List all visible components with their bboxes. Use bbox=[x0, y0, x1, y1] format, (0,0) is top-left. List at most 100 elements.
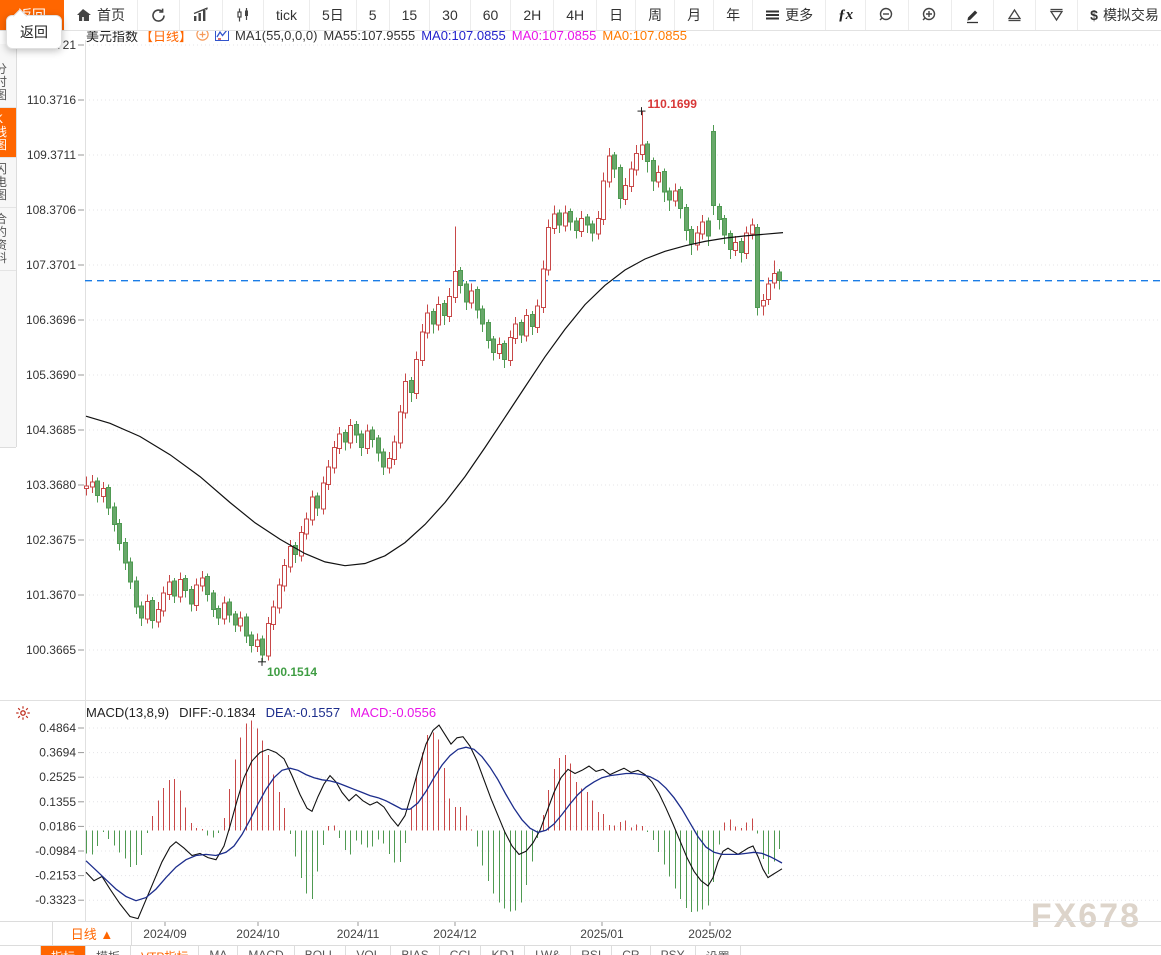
indicator-tab-CR[interactable]: CR bbox=[612, 946, 650, 955]
macd-value: MACD:-0.0556 bbox=[350, 705, 436, 720]
toolbar-5d[interactable]: 5日 bbox=[310, 0, 357, 30]
toolbar-more[interactable]: 更多 bbox=[753, 0, 826, 30]
svg-text:105.3690: 105.3690 bbox=[26, 368, 76, 382]
toolbar-h2[interactable]: 2H bbox=[511, 0, 554, 30]
sidebar-tab-label: K线图 bbox=[0, 113, 9, 152]
toolbar-year[interactable]: 年 bbox=[714, 0, 753, 30]
svg-text:107.3701: 107.3701 bbox=[26, 258, 76, 272]
zoom-in-icon bbox=[921, 6, 939, 24]
svg-text:102.3675: 102.3675 bbox=[26, 533, 76, 547]
indicator-settings-icon[interactable] bbox=[15, 705, 31, 726]
toolbar-fx[interactable]: ƒx bbox=[826, 0, 866, 30]
indicator-tab-设置[interactable]: 设置 bbox=[696, 946, 741, 955]
svg-text:-0.0984: -0.0984 bbox=[35, 844, 76, 858]
indicator-tab-MACD[interactable]: MACD bbox=[238, 946, 294, 955]
svg-text:108.3706: 108.3706 bbox=[26, 203, 76, 217]
low-annotation: 100.1514 bbox=[258, 658, 317, 679]
trend-chart-icon bbox=[192, 7, 210, 23]
period-selector-label: 日线 ▲ bbox=[71, 924, 113, 943]
macd-dea-value: DEA:-0.1557 bbox=[266, 705, 340, 720]
tab-bar-spacer bbox=[0, 946, 41, 955]
svg-text:-0.2153: -0.2153 bbox=[35, 869, 76, 883]
svg-text:0.1355: 0.1355 bbox=[39, 795, 76, 809]
toolbar-m60-label: 60 bbox=[483, 7, 499, 23]
sidebar-tab-1[interactable]: K线图 bbox=[0, 108, 16, 158]
toolbar-home-label: 首页 bbox=[97, 5, 125, 25]
toolbar-candles[interactable] bbox=[223, 0, 264, 30]
sidebar-tab-label: 合约资料 bbox=[0, 213, 9, 265]
x-axis-bar: 日线 ▲ bbox=[0, 921, 1161, 946]
more-icon bbox=[765, 8, 780, 22]
toolbar-m5-label: 5 bbox=[369, 7, 377, 23]
indicator-tab-bar: 指标模板VTP指标MAMACDBOLLVOLBIASCCIKDJLW&RSICR… bbox=[0, 946, 1161, 955]
candles-group bbox=[85, 111, 782, 662]
toolbar-zoom-in[interactable] bbox=[909, 0, 952, 30]
candlestick-icon bbox=[235, 7, 251, 23]
macd-histogram bbox=[87, 721, 780, 912]
svg-text:-0.3323: -0.3323 bbox=[35, 893, 76, 907]
chart-canvas[interactable]: 111.3721110.3716109.3711108.3706107.3701… bbox=[0, 0, 1161, 955]
toolbar-h2-label: 2H bbox=[523, 7, 541, 23]
indicator-tab-BOLL[interactable]: BOLL bbox=[295, 946, 347, 955]
toolbar-m15[interactable]: 15 bbox=[390, 0, 431, 30]
toolbar-m30[interactable]: 30 bbox=[430, 0, 471, 30]
svg-text:0.3694: 0.3694 bbox=[39, 746, 76, 760]
toolbar-limit-down[interactable] bbox=[1036, 0, 1078, 30]
ma55-line bbox=[86, 233, 783, 566]
indicator-tab-CCI[interactable]: CCI bbox=[440, 946, 482, 955]
zoom-out-icon bbox=[878, 6, 896, 24]
sidebar-tab-3[interactable]: 合约资料 bbox=[0, 208, 16, 271]
toolbar-year-label: 年 bbox=[726, 5, 740, 25]
indicator-tab-模板[interactable]: 模板 bbox=[86, 946, 131, 955]
toolbar-tick-label: tick bbox=[276, 7, 297, 23]
toolbar-day-label: 日 bbox=[609, 5, 623, 25]
svg-text:110.3716: 110.3716 bbox=[27, 93, 76, 107]
svg-text:0.4864: 0.4864 bbox=[39, 721, 76, 735]
svg-text:104.3685: 104.3685 bbox=[26, 423, 76, 437]
indicator-tab-PSY[interactable]: PSY bbox=[651, 946, 696, 955]
home-icon bbox=[76, 7, 92, 23]
back-tooltip-label: 返回 bbox=[20, 22, 48, 42]
indicator-tab-VTP指标[interactable]: VTP指标 bbox=[131, 946, 199, 955]
toolbar-month[interactable]: 月 bbox=[675, 0, 714, 30]
indicator-tab-MA[interactable]: MA bbox=[199, 946, 238, 955]
toolbar-m5[interactable]: 5 bbox=[357, 0, 390, 30]
sidebar-tab-label: 分时图 bbox=[0, 63, 9, 102]
toolbar-week[interactable]: 周 bbox=[636, 0, 675, 30]
period-selector[interactable]: 日线 ▲ bbox=[52, 922, 132, 945]
svg-text:106.3696: 106.3696 bbox=[26, 313, 76, 327]
dollar-icon: $ bbox=[1090, 7, 1098, 23]
chart-type-sidebar: 分时图 K线图闪电图合约资料 bbox=[0, 44, 17, 447]
main-toolbar: 返回 首页tick5日51530602H4H日周月年更多ƒx$模拟交易汇通财经财… bbox=[0, 0, 1161, 31]
toolbar-m60[interactable]: 60 bbox=[471, 0, 512, 30]
pencil-icon bbox=[964, 7, 981, 24]
toolbar-month-label: 月 bbox=[687, 5, 701, 25]
indicator-tab-LW&[interactable]: LW& bbox=[525, 946, 571, 955]
toolbar-tick[interactable]: tick bbox=[264, 0, 310, 30]
toolbar-5d-label: 5日 bbox=[322, 5, 344, 25]
fx-icon: ƒx bbox=[838, 7, 853, 24]
indicator-tab-BIAS[interactable]: BIAS bbox=[391, 946, 439, 955]
refresh-icon bbox=[150, 7, 167, 24]
sidebar-tab-2[interactable]: 闪电图 bbox=[0, 158, 16, 208]
svg-text:0.2525: 0.2525 bbox=[39, 770, 76, 784]
indicator-tab-KDJ[interactable]: KDJ bbox=[481, 946, 525, 955]
toolbar-m15-label: 15 bbox=[402, 7, 418, 23]
toolbar-day[interactable]: 日 bbox=[597, 0, 636, 30]
sidebar-tab-label: 闪电图 bbox=[0, 163, 9, 202]
toolbar-sim-trade[interactable]: $模拟交易 bbox=[1078, 0, 1161, 30]
toolbar-trend[interactable] bbox=[180, 0, 223, 30]
toolbar-home[interactable]: 首页 bbox=[64, 0, 138, 30]
toolbar-h4[interactable]: 4H bbox=[554, 0, 597, 30]
svg-text:0.0186: 0.0186 bbox=[39, 819, 76, 833]
sidebar-tab-0[interactable]: 分时图 bbox=[0, 58, 16, 108]
indicator-tab-VOL[interactable]: VOL bbox=[346, 946, 391, 955]
toolbar-refresh[interactable] bbox=[138, 0, 180, 30]
indicator-tab-RSI[interactable]: RSI bbox=[571, 946, 612, 955]
back-tooltip: 返回 bbox=[6, 15, 62, 49]
toolbar-limit-up[interactable] bbox=[994, 0, 1036, 30]
indicator-tab-指标[interactable]: 指标 bbox=[41, 946, 86, 955]
macd-header: MACD(13,8,9) DIFF:-0.1834 DEA:-0.1557 MA… bbox=[86, 705, 436, 720]
toolbar-zoom-out[interactable] bbox=[866, 0, 909, 30]
toolbar-draw[interactable] bbox=[952, 0, 994, 30]
